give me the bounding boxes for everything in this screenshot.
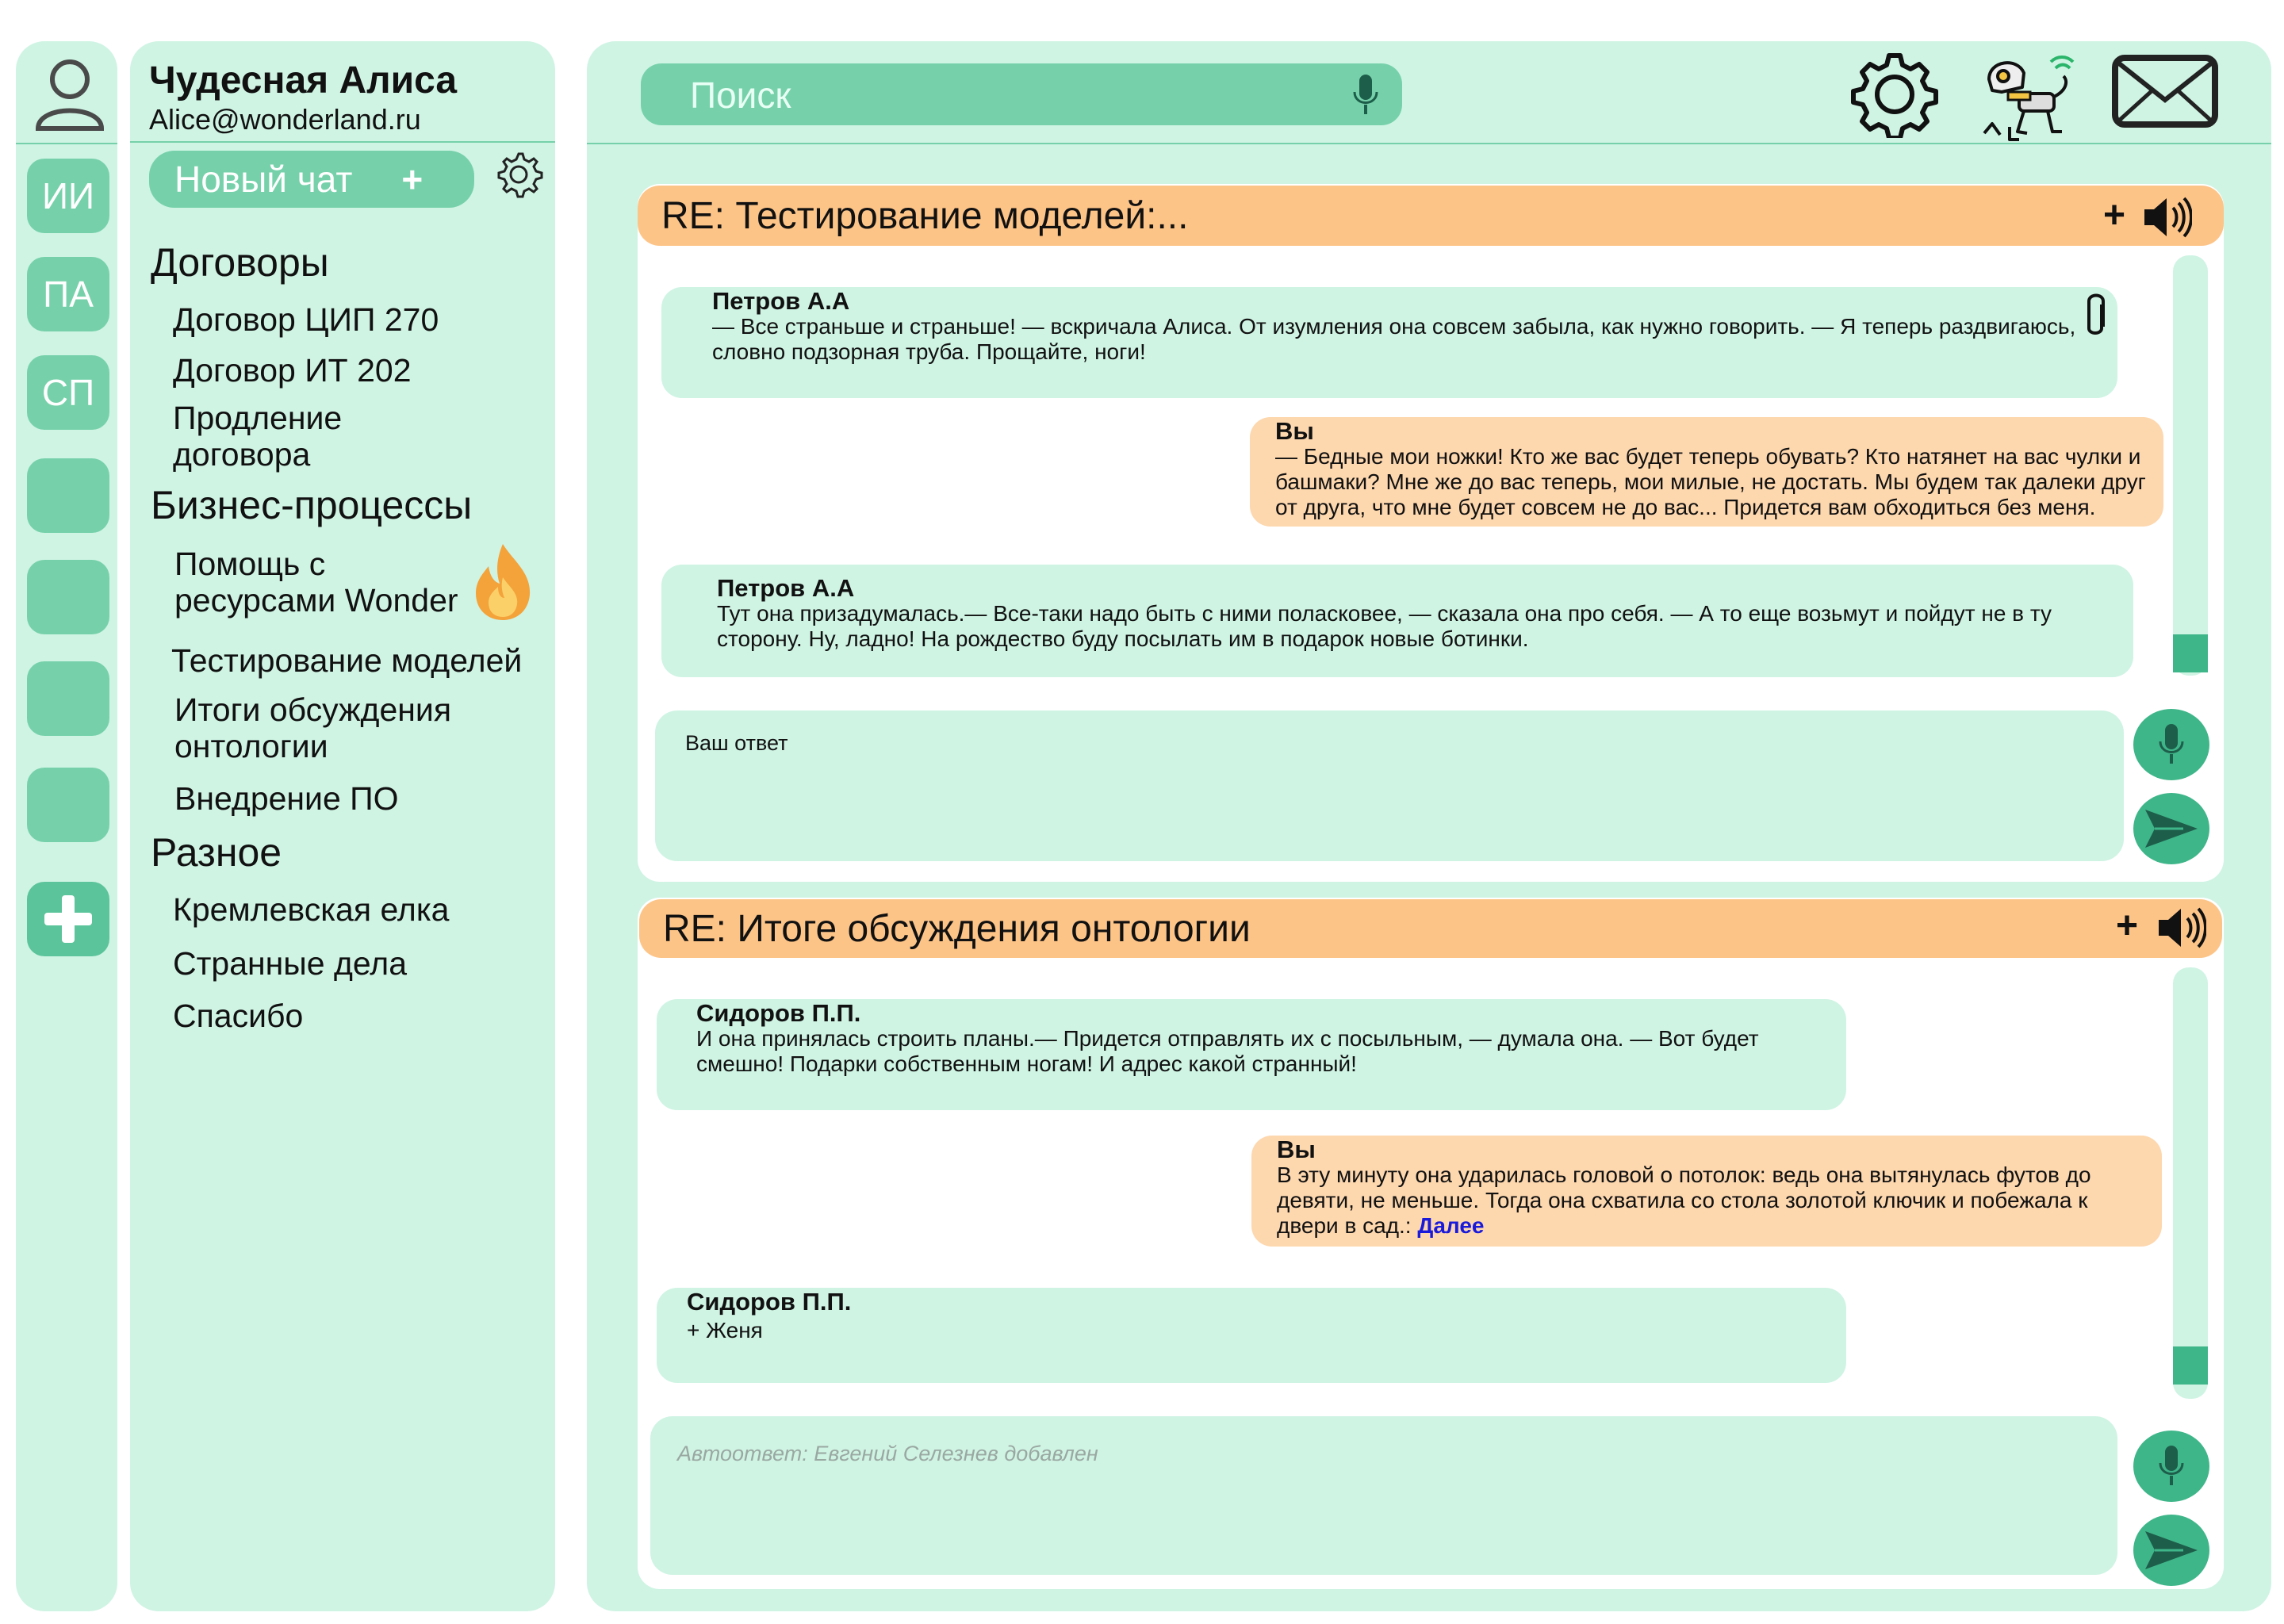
- reply-text: Ваш ответ: [685, 731, 788, 755]
- rail-button-empty-4[interactable]: [27, 768, 109, 842]
- speaker-icon[interactable]: [2141, 195, 2192, 239]
- message-text-line: В эту минуту она ударилась головой о пот…: [1277, 1162, 2091, 1187]
- thread-title: RE: Итоге обсуждения онтологии: [663, 907, 1251, 950]
- profile-name: Чудесная Алиса: [149, 59, 458, 102]
- thread-1-scrollbar[interactable]: [2173, 255, 2208, 676]
- send-button[interactable]: [2133, 793, 2209, 864]
- message-author: Петров А.А: [712, 287, 850, 315]
- sidebar-item-kremlin-tree[interactable]: Кремлевская елка: [173, 891, 449, 928]
- speaker-icon[interactable]: [2156, 906, 2206, 950]
- reply-microphone-button[interactable]: [2133, 709, 2209, 780]
- sidebar-settings-gear-icon[interactable]: [493, 149, 544, 200]
- message-incoming: Сидоров П.П. + Женя: [657, 1288, 1846, 1383]
- message-text-line: девяти, не меньше. Тогда она схватила со…: [1277, 1188, 2088, 1212]
- rail-button-empty-2[interactable]: [27, 560, 109, 634]
- sidebar-divider: [130, 141, 555, 143]
- message-outgoing: Вы — Бедные мои ножки! Кто же вас будет …: [1250, 417, 2163, 527]
- message-author: Вы: [1277, 1136, 1316, 1163]
- message-author: Сидоров П.П.: [696, 999, 861, 1027]
- sidebar-item-software-rollout[interactable]: Внедрение ПО: [174, 780, 399, 817]
- message-author: Вы: [1275, 417, 1314, 445]
- message-text-line: смешно! Подарки собственным ногам! И адр…: [696, 1051, 1357, 1076]
- rail-button-sp[interactable]: СП: [27, 355, 109, 430]
- thread-title: RE: Тестирование моделей:...: [661, 194, 1189, 237]
- thread-add-button[interactable]: +: [2116, 904, 2138, 948]
- sidebar-item-extension-line2[interactable]: договора: [173, 436, 310, 473]
- search-bar[interactable]: [641, 63, 1402, 125]
- sidebar-item-contract-202[interactable]: Договор ИТ 202: [173, 352, 412, 389]
- robot-dog-icon[interactable]: [1975, 44, 2083, 146]
- send-icon: [2145, 1531, 2198, 1569]
- message-incoming: Петров А.А — Все страньше и страньше! — …: [661, 287, 2117, 398]
- message-text-line: + Женя: [687, 1318, 763, 1342]
- message-text-line: от друга, что мне будет совсем не до вас…: [1275, 495, 2096, 519]
- rail-button-ai[interactable]: ИИ: [27, 159, 109, 233]
- thread-2-scrollbar[interactable]: [2173, 967, 2208, 1399]
- message-author: Сидоров П.П.: [687, 1288, 852, 1316]
- rail-button-label: СП: [41, 372, 95, 413]
- scroll-thumb[interactable]: [2173, 1346, 2208, 1385]
- reply-field[interactable]: Ваш ответ: [655, 710, 2124, 861]
- thread-header-1[interactable]: RE: Тестирование моделей:...: [638, 186, 2224, 246]
- message-text-line: башмаки? Мне же до вас теперь, мои милые…: [1275, 469, 2146, 494]
- sidebar-item-help-line1[interactable]: Помощь с: [174, 546, 325, 582]
- plus-icon: [44, 895, 92, 943]
- read-more-link[interactable]: Далее: [1417, 1213, 1484, 1238]
- rail-button-empty-1[interactable]: [27, 458, 109, 533]
- thread-add-button[interactable]: +: [2103, 193, 2125, 237]
- sidebar-item-ontology-line1[interactable]: Итоги обсуждения: [174, 691, 451, 728]
- search-microphone-icon[interactable]: [1351, 73, 1380, 117]
- message-text-line: словно подзорная труба. Прощайте, ноги!: [712, 339, 1146, 364]
- new-chat-label: Новый чат: [174, 159, 353, 200]
- sidebar-item-model-testing[interactable]: Тестирование моделей: [171, 642, 522, 679]
- new-chat-button[interactable]: Новый чат +: [149, 151, 474, 208]
- rail-button-label: ПА: [43, 274, 94, 315]
- thread-header-2[interactable]: RE: Итоге обсуждения онтологии: [639, 899, 2222, 958]
- sidebar-group-contracts[interactable]: Договоры: [151, 239, 329, 285]
- fire-icon: [471, 542, 535, 622]
- paperclip-icon[interactable]: [2081, 292, 2110, 341]
- microphone-icon: [2159, 724, 2184, 764]
- sidebar-item-help-line2[interactable]: ресурсами Wonder: [174, 582, 458, 619]
- message-text-line: — Бедные мои ножки! Кто же вас будет теп…: [1275, 444, 2141, 469]
- user-icon[interactable]: [32, 52, 108, 132]
- sidebar-group-misc[interactable]: Разное: [151, 829, 282, 875]
- message-text-line: сторону. Ну, ладно! На рождество буду по…: [717, 626, 1529, 651]
- rail-divider: [16, 143, 117, 144]
- rail-button-label: ИИ: [41, 175, 95, 216]
- rail-add-button[interactable]: [27, 882, 109, 956]
- sidebar-item-strange-things[interactable]: Странные дела: [173, 945, 407, 982]
- message-incoming: Сидоров П.П. И она принялась строить пла…: [657, 999, 1846, 1110]
- reply-microphone-button[interactable]: [2133, 1431, 2209, 1502]
- send-icon: [2145, 810, 2198, 848]
- autoreply-placeholder: Автоответ: Евгений Селезнев добавлен: [677, 1442, 1098, 1465]
- mail-icon[interactable]: [2111, 54, 2219, 128]
- send-button[interactable]: [2133, 1515, 2209, 1586]
- message-text-line: — Все страньше и страньше! — вскричала А…: [712, 314, 2076, 339]
- new-chat-plus: +: [401, 159, 423, 200]
- reply-field[interactable]: Автоответ: Евгений Селезнев добавлен: [650, 1416, 2117, 1575]
- settings-gear-icon[interactable]: [1851, 51, 1938, 138]
- sidebar-item-thanks[interactable]: Спасибо: [173, 998, 303, 1034]
- sidebar-item-extension-line1[interactable]: Продление: [173, 400, 342, 436]
- message-incoming: Петров А.А Тут она призадумалась.— Все-т…: [661, 565, 2133, 677]
- message-author: Петров А.А: [717, 574, 855, 602]
- rail-button-empty-3[interactable]: [27, 661, 109, 736]
- rail-button-pa[interactable]: ПА: [27, 257, 109, 331]
- sidebar-item-contract-270[interactable]: Договор ЦИП 270: [173, 301, 439, 338]
- message-outgoing: Вы В эту минуту она ударилась головой о …: [1251, 1136, 2162, 1247]
- message-text-line: двери в сад.:: [1277, 1213, 1418, 1238]
- message-text-line: И она принялась строить планы.— Придется…: [696, 1026, 1759, 1051]
- sidebar-group-business[interactable]: Бизнес-процессы: [151, 482, 472, 528]
- microphone-icon: [2159, 1446, 2184, 1485]
- scroll-thumb[interactable]: [2173, 634, 2208, 672]
- sidebar-item-ontology-line2[interactable]: онтологии: [174, 728, 328, 764]
- message-text-line: Тут она призадумалась.— Все-таки надо бы…: [717, 601, 2052, 626]
- search-input[interactable]: [688, 73, 1310, 117]
- profile-email: Alice@wonderland.ru: [149, 103, 421, 136]
